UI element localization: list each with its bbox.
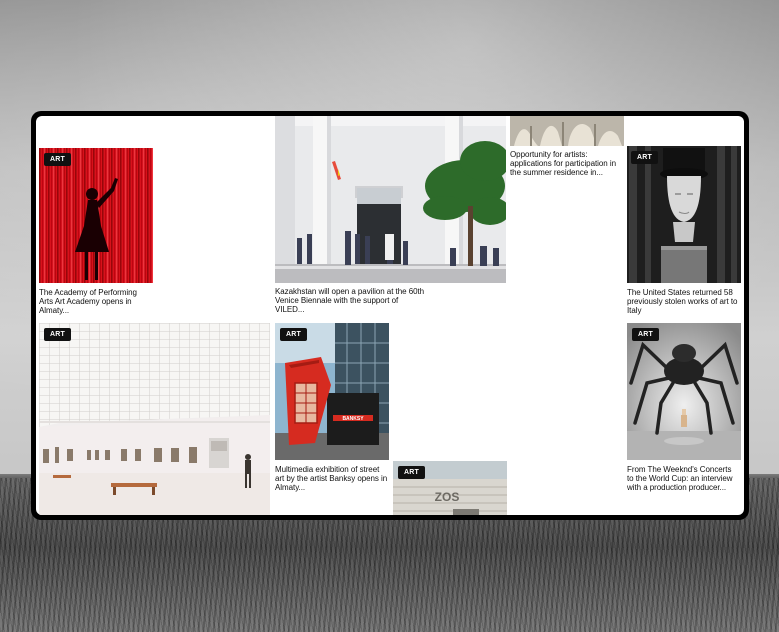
news-card-title[interactable]: From The Weeknd's Concerts to the World … <box>627 465 739 493</box>
category-badge[interactable]: ART <box>631 151 658 164</box>
building-sign-image[interactable]: ZOS ART <box>393 461 507 515</box>
residence-sculpture-image[interactable] <box>510 116 624 146</box>
news-card-title[interactable]: The United States returned 58 previously… <box>627 288 739 316</box>
news-card-gallery[interactable]: ART <box>39 323 270 515</box>
category-badge[interactable]: ART <box>398 466 425 479</box>
news-grid: ART The Academy of Performing Arts Art A… <box>36 116 744 515</box>
news-card-title[interactable]: Opportunity for artists: applications fo… <box>510 150 622 178</box>
news-card-stolen-art[interactable]: ART The United States returned 58 previo… <box>627 146 741 318</box>
category-badge[interactable]: ART <box>44 153 71 166</box>
news-card-building[interactable]: ZOS ART <box>393 461 507 515</box>
building-sign-text: ZOS <box>435 490 460 504</box>
gallery-hall-image[interactable]: ART <box>39 323 270 515</box>
venice-pavilion-image[interactable] <box>275 116 506 283</box>
news-card-title[interactable]: The Academy of Performing Arts Art Acade… <box>39 288 151 316</box>
curtain-dancer-image[interactable]: ART <box>39 148 153 283</box>
news-card-title[interactable]: Kazakhstan will open a pavilion at the 6… <box>275 287 425 315</box>
news-card-title[interactable]: Multimedia exhibition of street art by t… <box>275 465 389 493</box>
news-card-academy[interactable]: ART The Academy of Performing Arts Art A… <box>39 148 153 318</box>
news-card-residence[interactable]: Opportunity for artists: applications fo… <box>510 116 624 178</box>
news-card-weeknd[interactable]: ART From The Weeknd's Concerts to the Wo… <box>627 323 741 495</box>
news-card-banksy[interactable]: BANKSY ART Multimedia exhibition of stre… <box>275 323 389 495</box>
spider-stage-image[interactable]: ART <box>627 323 741 460</box>
statue-image[interactable]: ART <box>627 146 741 283</box>
banksy-booth-image[interactable]: BANKSY ART <box>275 323 389 460</box>
category-badge[interactable]: ART <box>280 328 307 341</box>
category-badge[interactable]: ART <box>44 328 71 341</box>
banksy-sign: BANKSY <box>342 416 364 422</box>
news-grid-window: ART The Academy of Performing Arts Art A… <box>31 111 749 520</box>
news-card-venice[interactable]: Kazakhstan will open a pavilion at the 6… <box>275 116 506 318</box>
category-badge[interactable]: ART <box>632 328 659 341</box>
